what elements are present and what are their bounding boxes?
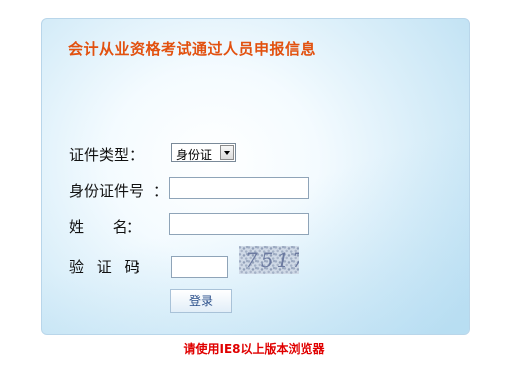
captcha-input[interactable]: [171, 256, 228, 278]
browser-notice: 请使用IE8以上版本浏览器: [183, 342, 325, 356]
id-number-label: 身份证件号: [69, 182, 145, 200]
cert-type-selected-value: 身份证: [176, 148, 213, 162]
id-number-colon: ：: [153, 182, 169, 200]
name-input[interactable]: [169, 213, 309, 235]
cert-type-select[interactable]: 身份证: [171, 143, 236, 162]
captcha-label: 验 证 码: [69, 258, 144, 276]
name-colon: ：: [126, 218, 142, 236]
chevron-down-icon[interactable]: [220, 145, 234, 160]
name-label: 姓 名: [69, 218, 132, 236]
captcha-colon: ：: [134, 258, 150, 276]
cert-type-label: 证件类型：: [69, 146, 145, 164]
captcha-code: 7517: [245, 248, 299, 272]
id-number-input[interactable]: [169, 177, 309, 199]
captcha-image[interactable]: 7517: [239, 246, 299, 274]
page-title: 会计从业资格考试通过人员申报信息: [68, 40, 317, 58]
login-button[interactable]: 登录: [170, 289, 232, 313]
